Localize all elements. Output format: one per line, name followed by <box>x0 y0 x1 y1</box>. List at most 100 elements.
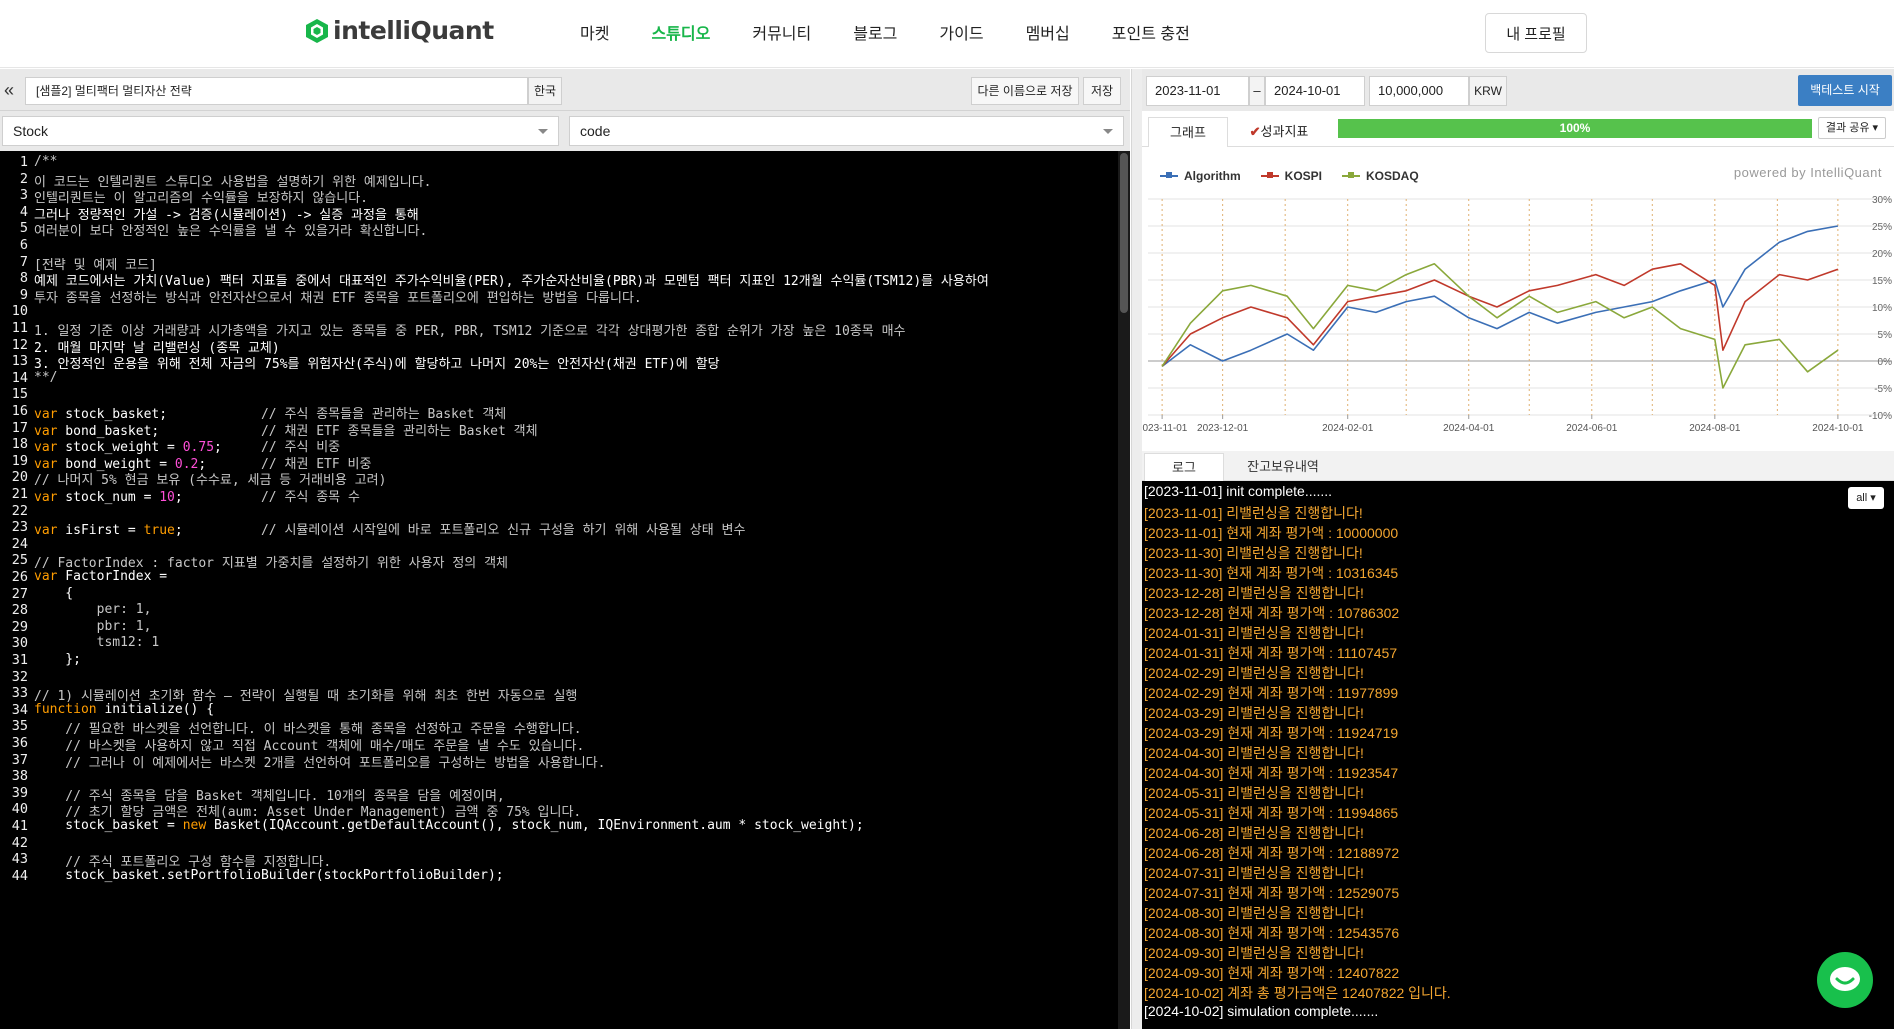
editor-toolbar: « [샘플2] 멀티팩터 멀티자산 전략 한국 다른 이름으로 저장 저장 <box>0 69 1130 111</box>
chevron-down-icon: ▾ <box>1872 122 1879 134</box>
y-tick-label: 25% <box>1872 222 1892 233</box>
line-number: 21 <box>11 486 28 502</box>
log-line: [2024-09-30] 현재 계좌 평가액 : 12407822 <box>1144 965 1400 981</box>
tab-metrics[interactable]: ✔성과지표 <box>1230 117 1328 147</box>
log-line: [2024-06-28] 현재 계좌 평가액 : 12188972 <box>1144 845 1400 861</box>
end-date-input[interactable]: 2024-10-01 <box>1265 76 1365 106</box>
log-line: [2023-11-30] 리밸런싱을 진행합니다! <box>1144 545 1363 561</box>
line-number: 40 <box>11 801 28 818</box>
run-backtest-button[interactable]: 백테스트 시작 <box>1798 75 1892 106</box>
progress-bar: 100% <box>1338 119 1812 138</box>
line-number: 3 <box>19 187 28 204</box>
legend-kospi[interactable]: KOSPI <box>1260 169 1322 183</box>
line-number: 22 <box>11 502 28 519</box>
x-tick-label: 2024-04-01 <box>1443 423 1495 434</box>
log-line: [2023-11-01] 리밸런싱을 진행합니다! <box>1144 505 1363 521</box>
log-line: [2024-04-30] 리밸런싱을 진행합니다! <box>1144 745 1364 761</box>
menu-item-guide[interactable]: 가이드 <box>939 20 983 44</box>
code-line: // 그러나 이 예제에서는 바스켓 2개를 선언하여 포트폴리오를 구성하는 … <box>34 755 606 771</box>
line-number: 30 <box>11 635 28 652</box>
code-line: 3. 안정적인 운용을 위해 전체 자금의 75%를 위험자산(주식)에 할당하… <box>34 357 720 373</box>
chat-glyph <box>1830 967 1860 991</box>
code-line: 여러분이 보다 안정적인 높은 수익률을 낼 수 있을거라 확신합니다. <box>34 224 428 240</box>
powered-by-label: powered by IntelliQuant <box>1733 165 1882 180</box>
line-number: 7 <box>19 253 28 270</box>
line-number: 38 <box>11 768 28 785</box>
log-line: [2023-11-30] 현재 계좌 평가액 : 10316345 <box>1144 565 1399 581</box>
line-number: 39 <box>11 784 28 801</box>
x-tick-label: 2024-06-01 <box>1566 423 1618 434</box>
log-line: [2024-03-29] 현재 계좌 평가액 : 11924719 <box>1144 725 1399 741</box>
share-results-button[interactable]: 결과 공유 ▾ <box>1818 117 1886 139</box>
logo[interactable]: intelliQuant <box>305 16 494 45</box>
line-number: 42 <box>11 834 28 851</box>
start-date-input[interactable]: 2023-11-01 <box>1146 76 1249 106</box>
log-console[interactable]: all ▾ [2023-11-01] init complete....... [… <box>1142 481 1894 1029</box>
legend-algorithm[interactable]: Algorithm <box>1160 169 1241 183</box>
y-tick-label: 10% <box>1872 303 1892 314</box>
log-line: [2024-08-30] 리밸런싱을 진행합니다! <box>1144 905 1364 921</box>
code-line: pbr: 1, <box>34 618 152 634</box>
line-number: 33 <box>11 685 28 702</box>
log-line: [2023-11-01] 현재 계좌 평가액 : 10000000 <box>1144 525 1399 541</box>
logo-mark-icon <box>306 18 328 43</box>
tab-log[interactable]: 로그 <box>1144 453 1224 481</box>
legend-swatch <box>1160 172 1178 178</box>
capital-input[interactable]: 10,000,000 <box>1369 76 1469 106</box>
line-number: 24 <box>11 535 28 552</box>
line-number: 1 <box>19 154 28 170</box>
strategy-title-input[interactable]: [샘플2] 멀티팩터 멀티자산 전략 <box>25 77 528 105</box>
save-button[interactable]: 저장 <box>1083 77 1121 105</box>
menu-item-community[interactable]: 커뮤니티 <box>752 20 811 44</box>
chat-bubble-icon[interactable] <box>1817 952 1873 1008</box>
legend-swatch <box>1342 172 1361 178</box>
menu-item-studio[interactable]: 스튜디오 <box>651 20 710 44</box>
asset-type-select[interactable]: Stock <box>2 116 559 146</box>
code-editor[interactable]: 1/** 2 이 코드는 인텔리퀀트 스튜디오 사용법을 설명하기 위한 예제입니다… <box>0 151 1130 1029</box>
tab-graph[interactable]: 그래프 <box>1148 117 1228 147</box>
chevron-down-icon: ▾ <box>1870 492 1876 504</box>
line-number: 16 <box>11 403 28 419</box>
y-tick-label: 20% <box>1872 249 1892 260</box>
menu-item-membership[interactable]: 멤버십 <box>1026 20 1070 44</box>
x-tick-label: 2024-08-01 <box>1689 423 1741 434</box>
main-menu: 마켓 스튜디오 커뮤니티 블로그 가이드 멤버십 포인트 충전 <box>580 20 1232 44</box>
menu-item-point-charge[interactable]: 포인트 충전 <box>1112 20 1190 44</box>
menu-item-market[interactable]: 마켓 <box>580 20 609 44</box>
save-as-button[interactable]: 다른 이름으로 저장 <box>971 77 1079 105</box>
tab-holdings[interactable]: 잔고보유내역 <box>1228 453 1338 481</box>
line-number: 15 <box>11 386 28 403</box>
editor-panel: « [샘플2] 멀티팩터 멀티자산 전략 한국 다른 이름으로 저장 저장 St… <box>0 69 1130 1029</box>
y-tick-label: 30% <box>1872 195 1892 206</box>
line-number: 32 <box>11 668 28 685</box>
code-line: stock_basket = new Basket(IQAccount.getD… <box>34 818 864 833</box>
language-button[interactable]: 한국 <box>528 77 562 105</box>
code-line: stock_basket.setPortfolioBuilder(stockPo… <box>34 867 504 883</box>
log-line: [2024-07-31] 현재 계좌 평가액 : 12529075 <box>1144 885 1400 901</box>
my-profile-button[interactable]: 내 프로필 <box>1485 13 1587 53</box>
date-range-separator: – <box>1249 76 1265 106</box>
log-tabs: 로그 잔고보유내역 <box>1142 451 1894 481</box>
line-number: 10 <box>11 303 28 320</box>
log-line: [2024-05-31] 현재 계좌 평가액 : 11994865 <box>1144 805 1399 821</box>
log-filter-select[interactable]: all ▾ <box>1848 487 1884 509</box>
panel-splitter[interactable] <box>1131 69 1142 1029</box>
line-number: 2 <box>19 170 28 187</box>
log-line: [2024-04-30] 현재 계좌 평가액 : 11923547 <box>1144 765 1399 781</box>
menu-item-blog[interactable]: 블로그 <box>853 20 897 44</box>
line-number: 4 <box>19 203 28 220</box>
view-mode-select[interactable]: code <box>569 116 1124 146</box>
y-tick-label: 15% <box>1872 276 1892 287</box>
legend-kosdaq[interactable]: KOSDAQ <box>1342 169 1419 183</box>
log-filter-value: all <box>1856 492 1868 504</box>
top-navigation: intelliQuant 마켓 스튜디오 커뮤니티 블로그 가이드 멤버십 포인… <box>0 0 1894 68</box>
scrollbar-thumb[interactable] <box>1120 153 1128 313</box>
line-number: 31 <box>11 652 28 668</box>
double-chevron-left-icon[interactable]: « <box>4 81 14 99</box>
code-scrollbar[interactable] <box>1118 151 1130 1029</box>
line-number: 43 <box>11 851 28 868</box>
line-number: 25 <box>11 552 28 569</box>
x-tick-label: 2023-11-01 <box>1142 423 1188 434</box>
line-number: 19 <box>11 452 28 469</box>
log-line: [2024-08-30] 현재 계좌 평가액 : 12543576 <box>1144 925 1400 941</box>
